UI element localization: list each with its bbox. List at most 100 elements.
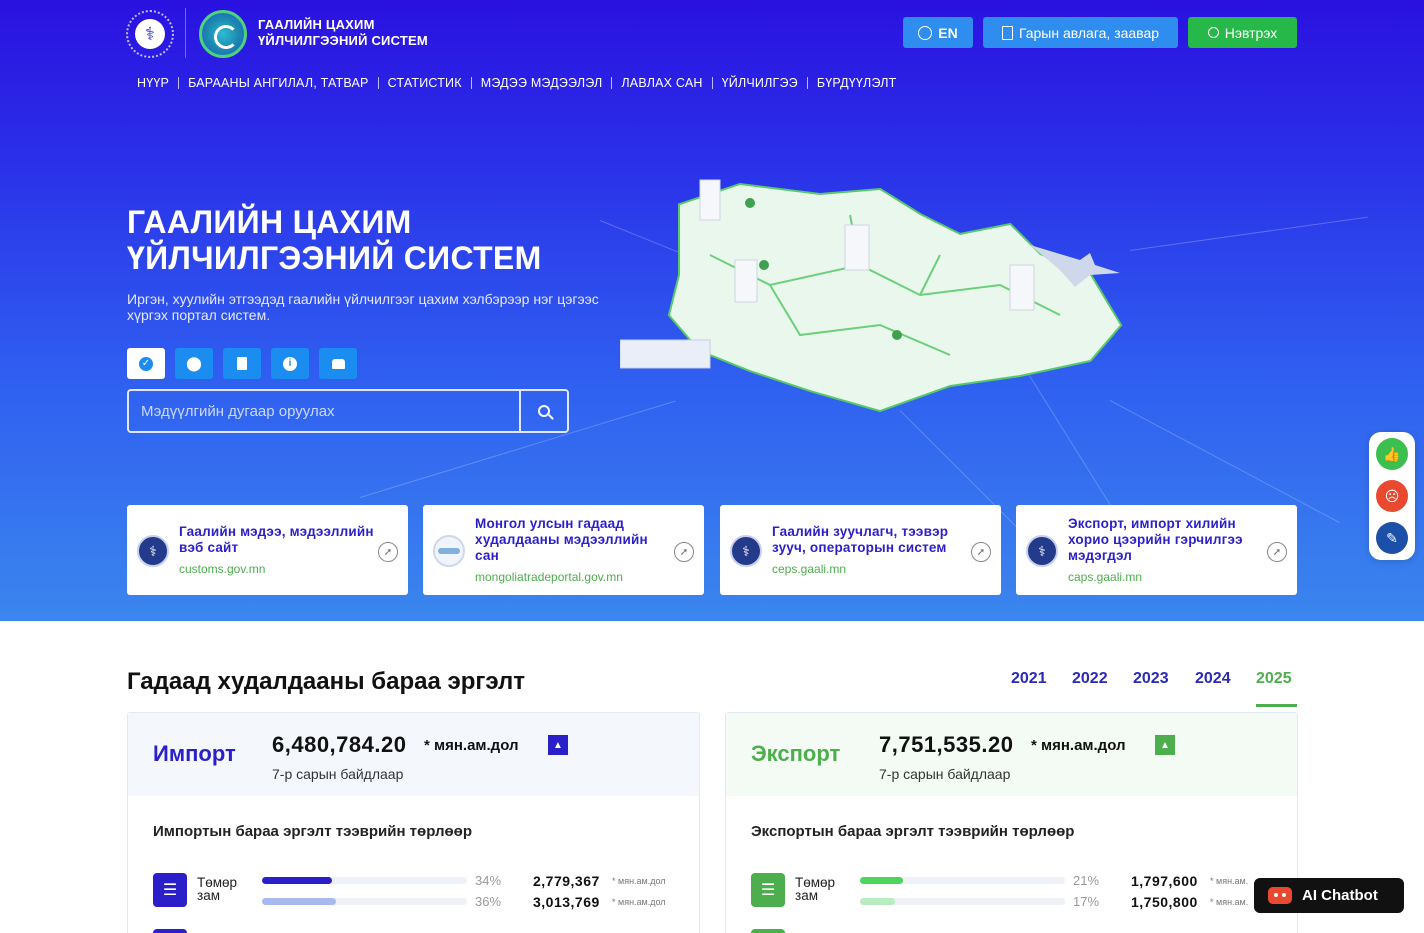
- customs-emblem-logo[interactable]: ⚕: [126, 10, 174, 58]
- nav-item-news[interactable]: МЭДЭЭ МЭДЭЭЛЭЛ: [472, 76, 612, 90]
- feedback-widget: 👍 ☹ ✎: [1369, 432, 1415, 560]
- railway-icon: ☰: [751, 873, 785, 907]
- import-note: 7-р сарын байдлаар: [272, 766, 404, 782]
- customs-seal-icon: ⚕: [730, 535, 762, 567]
- link-card-tradeportal[interactable]: Монгол улсын гадаад худалдааны мэдээллий…: [423, 505, 704, 595]
- search-type-vehicle[interactable]: [319, 348, 357, 379]
- main-nav: НҮҮР БАРААНЫ АНГИЛАЛ, ТАТВАР СТАТИСТИК М…: [128, 76, 905, 90]
- percent-value: 34%: [475, 873, 502, 888]
- railway-label-line-2: зам: [795, 888, 818, 903]
- language-label: EN: [938, 24, 958, 41]
- logo-divider: [185, 8, 186, 58]
- pdf-icon: [1001, 25, 1013, 40]
- export-title: Экспорт: [751, 741, 841, 766]
- arrow-up-icon: ▲: [548, 735, 568, 755]
- nav-item-statistics[interactable]: СТАТИСТИК: [379, 76, 471, 90]
- survey-icon[interactable]: ✎: [1376, 522, 1408, 554]
- login-button[interactable]: Нэвтрэх: [1188, 17, 1297, 48]
- amount-unit: * мян.ам.дол: [612, 897, 666, 907]
- progress-fill: [262, 898, 336, 905]
- amount-unit: * мян.ам.дол: [612, 876, 666, 886]
- year-tab-2024[interactable]: 2024: [1195, 670, 1231, 688]
- hero-title-line-2: ҮЙЛЧИЛГЭЭНИЙ СИСТЕМ: [127, 240, 542, 276]
- year-tab-2025[interactable]: 2025: [1256, 670, 1292, 688]
- nav-item-filing[interactable]: БҮРДҮҮЛЭЛТ: [808, 76, 906, 90]
- amount-value: 1,797,600: [1131, 873, 1198, 889]
- tradeportal-logo-icon: [433, 535, 465, 567]
- customs-seal-icon: ⚕: [137, 535, 169, 567]
- next-row-icon: [751, 929, 785, 933]
- guide-button[interactable]: Гарын авлага, заавар: [983, 17, 1178, 48]
- export-note: 7-р сарын байдлаар: [879, 766, 1011, 782]
- nav-item-reference[interactable]: ЛАВЛАХ САН: [612, 76, 711, 90]
- amount-value: 2,779,367: [533, 873, 600, 889]
- import-subtitle: Импортын бараа эргэлт тээврийн төрлөөр: [153, 823, 472, 840]
- hero-section: ⚕ ГААЛИЙН ЦАХИМ ҮЙЛЧИЛГЭЭНИЙ СИСТЕМ EN Г…: [0, 0, 1424, 621]
- import-title: Импорт: [153, 741, 236, 766]
- arrow-up-icon: ▲: [1155, 735, 1175, 755]
- chatbot-label: AI Chatbot: [1302, 887, 1378, 904]
- car-icon: [331, 358, 345, 369]
- mongolia-map-illustration: [620, 179, 1123, 413]
- export-subtitle: Экспортын бараа эргэлт тээврийн төрлөөр: [751, 823, 1075, 840]
- search-input[interactable]: [129, 391, 519, 431]
- pointer-icon: ➚: [674, 542, 694, 562]
- link-card-customs[interactable]: ⚕ Гаалийн мэдээ, мэдээллийн вэб сайт cus…: [127, 505, 408, 595]
- customs-seal-icon: ⚕: [1026, 535, 1058, 567]
- railway-label: Төмөр зам: [197, 876, 257, 903]
- import-row-railway: ☰ Төмөр зам 34% 36% 2,779,367 3,013,769 …: [153, 873, 693, 917]
- link-card-url: customs.gov.mn: [179, 562, 266, 576]
- nav-item-services[interactable]: ҮЙЛЧИЛГЭЭ: [713, 76, 807, 90]
- trade-section-title: Гадаад худалдааны бараа эргэлт: [127, 668, 526, 695]
- progress-bar: [860, 877, 1065, 884]
- language-button[interactable]: EN: [903, 17, 973, 48]
- brand-name[interactable]: ГААЛИЙН ЦАХИМ ҮЙЛЧИЛГЭЭНИЙ СИСТЕМ: [258, 17, 428, 49]
- check-circle-icon: ✓: [139, 356, 153, 371]
- search-button[interactable]: [519, 391, 567, 431]
- info-icon: i: [283, 356, 297, 371]
- globe-icon: [918, 25, 933, 40]
- thumbs-up-icon[interactable]: 👍: [1376, 438, 1408, 470]
- search-icon: [538, 405, 550, 417]
- year-tab-2021[interactable]: 2021: [1011, 670, 1047, 688]
- export-row-railway: ☰ Төмөр зам 21% 17% 1,797,600 1,750,800 …: [751, 873, 1291, 917]
- declaration-search: [127, 389, 569, 433]
- link-card-url: mongoliatradeportal.gov.mn: [475, 570, 623, 584]
- nav-item-home[interactable]: НҮҮР: [128, 76, 178, 90]
- search-type-location[interactable]: ⬤: [175, 348, 213, 379]
- railway-icon: ☰: [153, 873, 187, 907]
- user-icon: [1207, 27, 1219, 38]
- link-card-title: Монгол улсын гадаад худалдааны мэдээллий…: [475, 516, 648, 563]
- search-type-info[interactable]: i: [271, 348, 309, 379]
- amount-value: 1,750,800: [1131, 894, 1198, 910]
- progress-bar: [860, 898, 1065, 905]
- eservice-logo[interactable]: [199, 10, 247, 58]
- amount-value: 3,013,769: [533, 894, 600, 910]
- year-tab-2022[interactable]: 2022: [1072, 670, 1108, 688]
- link-card-url: caps.gaali.mn: [1068, 570, 1143, 584]
- complaint-icon[interactable]: ☹: [1376, 480, 1408, 512]
- hero-subtitle: Иргэн, хуулийн этгээдэд гаалийн үйлчилгэ…: [127, 291, 599, 323]
- pointer-icon: ➚: [1267, 542, 1287, 562]
- search-type-declaration[interactable]: ✓: [127, 348, 165, 379]
- search-type-document[interactable]: [223, 348, 261, 379]
- nav-item-classification[interactable]: БАРААНЫ АНГИЛАЛ, ТАТВАР: [179, 76, 378, 90]
- amount-unit: * мян.ам.: [1210, 876, 1249, 886]
- year-tab-2023[interactable]: 2023: [1133, 670, 1169, 688]
- brand-line-2: ҮЙЛЧИЛГЭЭНИЙ СИСТЕМ: [258, 33, 428, 48]
- link-card-ceps[interactable]: ⚕ Гаалийн зуучлагч, тээвэр зууч, операто…: [720, 505, 1001, 595]
- next-row-icon: [153, 929, 187, 933]
- brand-line-1: ГААЛИЙН ЦАХИМ: [258, 17, 375, 32]
- robot-icon: [1268, 887, 1292, 904]
- progress-fill: [860, 877, 904, 884]
- percent-value: 21%: [1073, 873, 1100, 888]
- guide-label: Гарын авлага, заавар: [1018, 24, 1160, 41]
- document-icon: [237, 357, 247, 370]
- railway-label-line-2: зам: [197, 888, 220, 903]
- ai-chatbot-button[interactable]: AI Chatbot: [1254, 878, 1404, 913]
- decor-line: [1129, 216, 1368, 251]
- progress-fill: [860, 898, 895, 905]
- link-card-caps[interactable]: ⚕ Экспорт, импорт хилийн хорио цээрийн г…: [1016, 505, 1297, 595]
- progress-bar: [262, 898, 467, 905]
- location-pin-icon: ⬤: [186, 355, 202, 371]
